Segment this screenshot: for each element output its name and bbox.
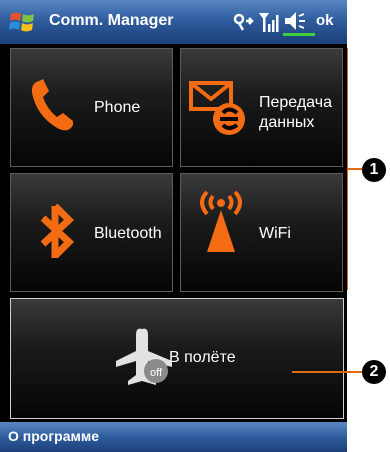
volume-icon[interactable] — [283, 8, 315, 36]
phone-icon — [31, 79, 73, 131]
bluetooth-label: Bluetooth — [94, 225, 162, 242]
app-title: Comm. Manager — [49, 12, 174, 29]
about-softkey[interactable]: О программе — [8, 428, 99, 444]
data-transfer-label-line1: Передача — [259, 94, 332, 111]
start-menu-icon[interactable] — [8, 8, 38, 36]
phone-label: Phone — [94, 99, 141, 116]
phone-tile[interactable]: Phone — [10, 48, 173, 167]
flight-mode-button[interactable]: off В полёте — [10, 298, 344, 419]
menu-bar: О программе — [0, 422, 347, 452]
callout-1-line — [348, 168, 362, 170]
device-screen: Comm. Manager ok Phone Передача данных B… — [0, 0, 347, 452]
wifi-icon — [200, 190, 242, 252]
connectivity-icon[interactable] — [233, 8, 255, 36]
wifi-tile[interactable]: WiFi — [180, 173, 343, 292]
bluetooth-tile[interactable]: Bluetooth — [10, 173, 173, 292]
title-bar: Comm. Manager ok — [0, 0, 347, 44]
callout-2-marker: 2 — [362, 360, 386, 384]
tiles-grid: Phone Передача данных Bluetooth WiFi — [10, 48, 346, 292]
callout-1-marker: 1 — [362, 158, 386, 182]
bluetooth-icon — [40, 204, 75, 258]
ok-button[interactable]: ok — [316, 12, 334, 29]
data-transfer-icon — [189, 81, 245, 135]
off-badge: off — [150, 367, 163, 379]
data-transfer-label-line2: данных — [259, 114, 315, 131]
data-transfer-tile[interactable]: Передача данных — [180, 48, 343, 167]
wifi-label: WiFi — [259, 225, 291, 242]
callout-2-line — [292, 371, 362, 373]
flight-mode-label: В полёте — [169, 349, 236, 366]
signal-strength-icon[interactable] — [258, 8, 280, 36]
